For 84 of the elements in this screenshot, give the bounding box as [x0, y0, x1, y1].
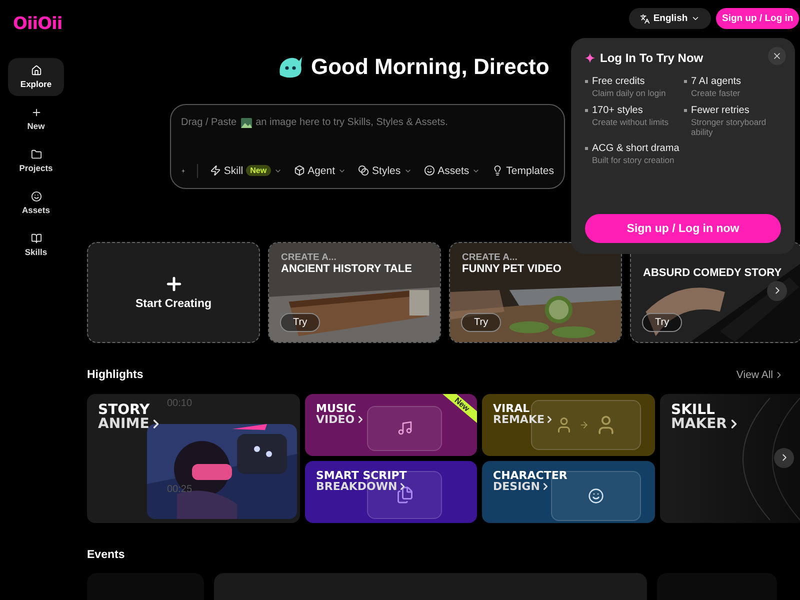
mascot-icon — [277, 55, 303, 80]
lightbulb-icon — [492, 165, 504, 176]
perk-note: Create faster — [691, 89, 742, 99]
sparkle-icon — [585, 53, 595, 63]
placeholder-text: Drag / Paste — [181, 117, 237, 128]
tile-title: SMART SCRIPT — [316, 470, 407, 481]
sidebar-item[interactable]: Assets — [8, 184, 64, 222]
view-all-link[interactable]: View All — [736, 368, 784, 381]
card-label: Start Creating — [135, 298, 212, 310]
sidebar-item[interactable]: New — [8, 100, 64, 138]
translate-icon — [640, 14, 650, 24]
sidebar-item[interactable]: Projects — [8, 142, 64, 180]
perk-title: Free credits — [592, 76, 646, 87]
music-note-icon — [396, 420, 412, 436]
perk-note: Claim daily on login — [592, 89, 666, 99]
tool-button[interactable]: Assets — [424, 164, 480, 177]
tile-title: STORY — [98, 402, 150, 417]
tile-title: CHARACTER — [493, 470, 568, 481]
book-icon — [30, 233, 42, 244]
image-icon — [240, 118, 252, 128]
template-card[interactable]: CREATE A... ANCIENT HISTORY TALE Try — [268, 242, 441, 343]
highlight-tile[interactable]: SKILL MAKER — [660, 394, 800, 523]
card-eyebrow: CREATE A... — [462, 252, 518, 263]
highlight-tile[interactable]: VIRAL REMAKE — [482, 394, 655, 456]
close-button[interactable] — [768, 47, 786, 65]
perk-note: Create without limits — [592, 118, 669, 128]
next-button[interactable] — [774, 448, 794, 468]
perk-title: Fewer retries — [691, 104, 750, 116]
try-button[interactable]: Try — [280, 312, 320, 332]
tile-title: SKILL — [671, 402, 715, 417]
sidebar-item[interactable]: Skills — [8, 226, 64, 264]
tile-title: MAKER — [671, 416, 741, 431]
person-icon — [555, 416, 573, 434]
tile-title: DESIGN — [493, 480, 551, 492]
tool-button[interactable]: Templates — [492, 164, 554, 177]
tool-button[interactable]: Agent — [294, 164, 346, 177]
tile-title: ANIME — [98, 416, 164, 431]
circles-icon — [358, 165, 370, 176]
folder-icon — [30, 149, 42, 160]
card-title: ANCIENT HISTORY TALE — [281, 262, 413, 275]
placeholder-text: an image here to try Skills, Styles & Assets. — [256, 117, 448, 128]
try-button[interactable]: Try — [461, 312, 502, 332]
highlight-tile[interactable]: SMART SCRIPT BREAKDOWN — [305, 460, 477, 523]
sidebar-item[interactable]: Explore — [8, 58, 64, 96]
plus-icon — [30, 107, 42, 118]
arrow-icon — [579, 420, 589, 430]
timestamp: 00:10 — [167, 398, 192, 409]
popup-title: Log In To Try Now — [600, 51, 704, 65]
tile-title: REMAKE — [493, 414, 556, 425]
cube-icon — [294, 165, 305, 176]
template-card[interactable]: CREATE A... FUNNY PET VIDEO Try — [449, 242, 622, 343]
card-title: ABSURD COMEDY STORY — [643, 266, 783, 279]
bolt-icon — [210, 165, 221, 176]
tile-title: MUSIC — [316, 402, 356, 414]
language-button[interactable]: English — [629, 8, 711, 30]
home-icon — [30, 65, 42, 76]
close-icon — [772, 51, 782, 61]
try-button[interactable]: Try — [642, 312, 682, 332]
tile-title: VIRAL — [493, 402, 530, 414]
smiley-icon — [424, 165, 435, 176]
perk-note: Built for story creation — [592, 156, 676, 166]
logo[interactable]: OiiOii — [13, 14, 62, 34]
highlight-tile[interactable]: 00:10 00:25 STORY ANIME — [87, 394, 300, 523]
documents-icon — [396, 486, 414, 504]
start-creating-card[interactable]: Start Creating — [87, 242, 260, 343]
tile-title: BREAKDOWN — [316, 480, 408, 492]
perk-title: 170+ styles — [592, 104, 644, 116]
card-title: FUNNY PET VIDEO — [462, 262, 562, 275]
perk-title: ACG & short drama — [592, 143, 680, 154]
smiley-icon — [588, 488, 604, 504]
section-title: Events — [87, 548, 125, 561]
perk-title: 7 AI agents — [691, 76, 742, 87]
prompt-field[interactable]: Drag / Paste an image here to try Skills, Styles & Assets. Skill New Agent Styles Assets Templates — [170, 104, 565, 189]
smiley-icon — [30, 191, 42, 202]
timestamp: 00:25 — [167, 484, 192, 495]
highlight-tile[interactable]: CHARACTER DESIGN — [482, 460, 655, 523]
card-eyebrow: CREATE A... — [281, 252, 338, 263]
new-badge: New — [246, 165, 271, 176]
tool-button[interactable]: Styles — [358, 164, 412, 177]
section-title: Highlights — [87, 368, 144, 381]
perk-note: Stronger storyboard ability — [691, 118, 768, 138]
tool-button[interactable]: Skill New — [210, 164, 282, 177]
greeting-title: Good Morning, Directo — [311, 54, 550, 80]
tile-title: VIDEO — [316, 414, 366, 425]
